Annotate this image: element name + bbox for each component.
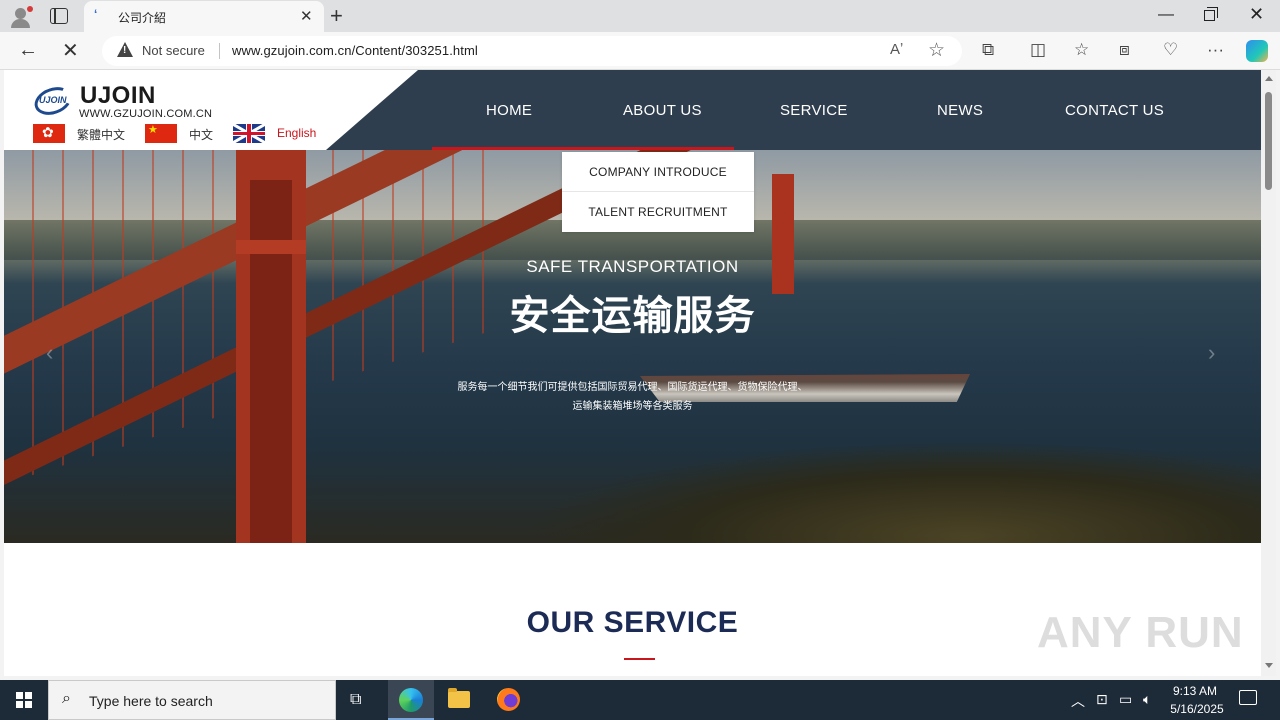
restore-button[interactable] (1204, 7, 1218, 21)
nav-home[interactable]: HOME (486, 102, 532, 119)
lang-traditional-chinese[interactable]: 繁體中文 (77, 126, 125, 143)
extensions-icon[interactable]: ⧉ (982, 40, 994, 60)
address-bar[interactable]: Not secure www.gzujoin.com.cn/Content/30… (102, 36, 962, 66)
address-toolbar: ← ✕ Not secure www.gzujoin.com.cn/Conten… (0, 32, 1280, 70)
scroll-down-icon[interactable] (1265, 663, 1273, 668)
page-scrollbar[interactable] (1261, 70, 1276, 676)
lang-chinese[interactable]: 中文 (189, 126, 213, 143)
windows-taskbar: ⌕ Type here to search ⧉ ︿ ⊡ ▭ 🔈︎ 9:13 AM… (0, 680, 1280, 720)
hero-description-line1: 服务每一个细节我们可提供包括国际贸易代理、国际货运代理、货物保险代理、 (457, 382, 808, 393)
site-header: UJOIN UJOIN WWW.GZUJOIN.COM.CN 繁體中文 中文 E… (4, 70, 1261, 150)
tray-chevron-icon[interactable]: ︿ (1071, 691, 1085, 711)
nav-about-us[interactable]: ABOUT US (623, 102, 702, 119)
url-text[interactable]: www.gzujoin.com.cn/Content/303251.html (232, 43, 478, 58)
dropdown-company-introduce[interactable]: COMPANY INTRODUCE (562, 152, 754, 192)
taskbar-edge-button[interactable] (388, 680, 434, 720)
hong-kong-flag-icon[interactable] (33, 124, 65, 143)
hero-shrubs (524, 440, 1261, 543)
firefox-icon[interactable] (497, 688, 520, 711)
watermark-logo: ANY RUN (1037, 608, 1244, 657)
logo-icon[interactable]: UJOIN (30, 82, 76, 120)
copilot-icon[interactable] (1246, 40, 1268, 62)
favorite-star-icon[interactable]: ☆ (928, 39, 945, 62)
web-page: UJOIN UJOIN WWW.GZUJOIN.COM.CN 繁體中文 中文 E… (4, 70, 1261, 676)
dropdown-talent-recruitment[interactable]: TALENT RECRUITMENT (562, 192, 754, 232)
uk-flag-icon[interactable] (233, 124, 265, 143)
logo-name[interactable]: UJOIN (80, 82, 156, 110)
file-explorer-icon[interactable] (448, 688, 470, 708)
edge-icon (399, 688, 423, 712)
split-screen-icon[interactable]: ◫ (1030, 40, 1046, 60)
network-icon[interactable]: ▭ (1119, 691, 1132, 708)
clock-date[interactable]: 5/16/2025 (1166, 702, 1228, 716)
more-options-icon[interactable]: ··· (1207, 40, 1224, 60)
logo-domain: WWW.GZUJOIN.COM.CN (79, 108, 213, 120)
nav-news[interactable]: NEWS (937, 102, 983, 119)
nav-service[interactable]: SERVICE (780, 102, 848, 119)
china-flag-icon[interactable] (145, 123, 177, 143)
section-title-underline (624, 658, 655, 660)
tab-actions-icon[interactable] (50, 8, 68, 24)
tray-device-icon[interactable]: ⊡ (1096, 691, 1108, 708)
browser-tab-bar: ʻ 公司介紹 ✕ + — ✕ (0, 0, 1280, 32)
security-label[interactable]: Not secure (142, 43, 205, 58)
browser-tab[interactable]: ʻ 公司介紹 ✕ (84, 1, 324, 32)
lang-english[interactable]: English (277, 126, 316, 140)
browser-essentials-icon[interactable]: ♡ (1163, 40, 1178, 60)
scroll-thumb[interactable] (1265, 92, 1272, 190)
warning-icon[interactable] (117, 42, 133, 57)
stop-loading-button[interactable]: ✕ (62, 38, 79, 63)
notification-icon[interactable] (1239, 690, 1257, 705)
close-window-button[interactable]: ✕ (1249, 4, 1264, 25)
scroll-up-icon[interactable] (1265, 76, 1273, 81)
hero-title: 安全运输服务 (509, 294, 756, 338)
volume-icon[interactable]: 🔈︎ (1143, 691, 1151, 708)
clock-time[interactable]: 9:13 AM (1170, 684, 1220, 698)
collections-icon[interactable]: ⧈ (1119, 40, 1130, 60)
hero-next-arrow-icon[interactable]: › (1208, 340, 1215, 366)
about-us-dropdown: COMPANY INTRODUCE TALENT RECRUITMENT (562, 152, 754, 232)
hero-subtitle: SAFE TRANSPORTATION (526, 257, 739, 276)
windows-start-icon[interactable] (16, 692, 32, 708)
search-placeholder: Type here to search (89, 693, 213, 709)
tab-favicon-icon: ʻ (94, 7, 98, 21)
taskbar-search-input[interactable]: ⌕ Type here to search (48, 680, 336, 720)
profile-icon[interactable] (8, 4, 34, 28)
hero-bridge-tower (236, 150, 306, 543)
tab-close-icon[interactable]: ✕ (300, 7, 313, 25)
hero-prev-arrow-icon[interactable]: ‹ (46, 340, 53, 366)
search-icon: ⌕ (62, 690, 71, 707)
back-button[interactable]: ← (18, 39, 38, 62)
task-view-icon[interactable]: ⧉ (350, 691, 361, 709)
new-tab-button[interactable]: + (330, 3, 343, 29)
favorites-icon[interactable]: ☆ (1074, 40, 1089, 60)
minimize-button[interactable]: — (1158, 6, 1174, 24)
tab-title: 公司介紹 (118, 11, 167, 25)
nav-contact-us[interactable]: CONTACT US (1065, 102, 1164, 119)
hero-description-line2: 运输集装箱堆场等各类服务 (572, 401, 693, 412)
read-aloud-icon[interactable]: Aʼ (890, 41, 903, 58)
address-divider (219, 43, 220, 59)
